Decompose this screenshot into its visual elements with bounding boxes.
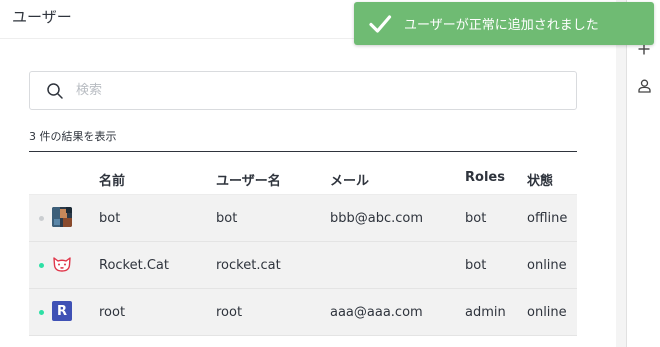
cell-status: offline (527, 211, 568, 226)
cell-name: bot (99, 211, 121, 226)
cell-roles: bot (465, 211, 487, 226)
cell-name: root (99, 305, 126, 320)
status-indicator (39, 263, 44, 268)
cell-username: root (216, 305, 243, 320)
column-header-username[interactable]: ユーザー名 (216, 170, 281, 189)
search-box[interactable] (29, 71, 577, 110)
table-row[interactable]: Rocket.Cat rocket.cat bot online (29, 242, 577, 289)
success-toast[interactable]: ユーザーが正常に追加されました (354, 2, 654, 45)
table-header: 名前 ユーザー名 メール Roles 状態 (29, 152, 577, 195)
cat-avatar (52, 254, 72, 274)
avatar-letter: R (56, 303, 67, 319)
cell-roles: admin (465, 305, 506, 320)
column-header-name[interactable]: 名前 (99, 170, 125, 189)
cell-roles: bot (465, 258, 487, 273)
cell-email: bbb@abc.com (330, 211, 424, 226)
letter-avatar: R (52, 301, 72, 321)
column-header-status[interactable]: 状態 (527, 170, 553, 189)
status-indicator (39, 310, 44, 315)
right-rail (626, 0, 660, 347)
column-header-roles[interactable]: Roles (465, 170, 505, 185)
table-row[interactable]: R root root aaa@aaa.com admin online (29, 289, 577, 336)
users-table: 名前 ユーザー名 メール Roles 状態 bot bot bbb@abc.co… (29, 152, 577, 336)
rail-gutter (616, 0, 626, 347)
status-indicator (39, 216, 44, 221)
admin-users-page: ユーザー ユーザーが正常に追加されました 検索 3 件の結果を表示 名前 ユーザ… (0, 0, 660, 347)
cell-username: rocket.cat (216, 258, 281, 273)
search-icon (47, 82, 63, 99)
toast-message: ユーザーが正常に追加されました (404, 18, 599, 33)
page-title: ユーザー (12, 8, 72, 26)
cell-username: bot (216, 211, 238, 226)
photo-avatar (52, 207, 72, 227)
table-row[interactable]: bot bot bbb@abc.com bot offline (29, 195, 577, 242)
cell-status: online (527, 258, 567, 273)
result-count: 3 件の結果を表示 (29, 130, 117, 143)
checkmark-icon (368, 11, 394, 37)
cell-status: online (527, 305, 567, 320)
column-header-email[interactable]: メール (330, 170, 369, 189)
user-icon[interactable] (627, 76, 660, 96)
cell-name: Rocket.Cat (99, 258, 169, 273)
search-input[interactable] (74, 82, 558, 99)
cell-email: aaa@aaa.com (330, 305, 423, 320)
